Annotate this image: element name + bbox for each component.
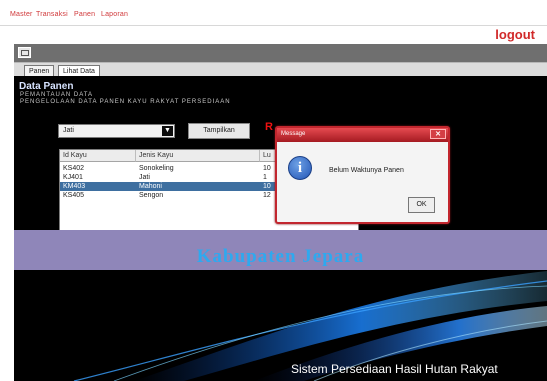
internal-frame-bar [14,44,547,62]
window-icon[interactable] [18,47,31,58]
jenis-kayu-combobox[interactable]: Jati ▼ [58,124,175,138]
dialog-title: Message [281,131,306,137]
column-header-id-kayu[interactable]: Id Kayu [60,150,136,162]
column-header-jenis-kayu[interactable]: Jenis Kayu [136,150,260,162]
tampilkan-button[interactable]: Tampilkan [188,123,250,139]
menu-master[interactable]: Master [10,11,33,18]
menu-laporan[interactable]: Laporan [101,11,128,18]
banner-title: Kabupaten Jepara [196,246,365,267]
menu-panen[interactable]: Panen [74,11,95,18]
close-icon[interactable]: ✕ [430,129,446,139]
cell-lu: 10 [263,183,271,190]
app-window: Master Transaksi Panen Laporan logout Pa… [0,0,547,381]
menu-bar: Master Transaksi Panen Laporan [0,0,547,26]
message-dialog: Message ✕ i Belum Waktunya Panen OK [275,126,450,224]
cell-jenis: Sonokeling [139,165,174,172]
info-icon: i [288,156,312,180]
logout-link[interactable]: logout [495,27,535,42]
panel-title: Data Panen [19,81,74,92]
main-panel: Data Panen PEMANTAUAN DATA PENGELOLAAN D… [14,76,547,381]
tab-bar: Panen Lihat Data [14,62,547,77]
cell-jenis: Sengon [139,192,164,199]
cell-id: KS405 [63,192,85,199]
cell-lu: 1 [263,174,267,181]
cell-jenis: Jati [139,174,150,181]
cell-id: KJ401 [63,174,83,181]
dialog-titlebar[interactable]: Message ✕ [277,128,448,142]
panel-subtitle-2: PENGELOLAAN DATA PANEN KAYU RAKYAT PERSE… [20,99,231,105]
cell-id: KM403 [63,183,86,190]
app-footer-title: Sistem Persediaan Hasil Hutan Rakyat [291,362,498,376]
cell-id: KS402 [63,165,85,172]
red-label: R [265,121,273,133]
menu-transaksi[interactable]: Transaksi [36,11,68,18]
dialog-message: Belum Waktunya Panen [329,167,404,174]
panel-subtitle-1: PEMANTAUAN DATA [20,92,94,98]
cell-lu: 12 [263,192,271,199]
cell-jenis: Mahoni [139,183,162,190]
cell-lu: 10 [263,165,271,172]
ok-button[interactable]: OK [408,197,435,213]
combobox-value: Jati [63,127,74,134]
chevron-down-icon[interactable]: ▼ [162,126,173,136]
